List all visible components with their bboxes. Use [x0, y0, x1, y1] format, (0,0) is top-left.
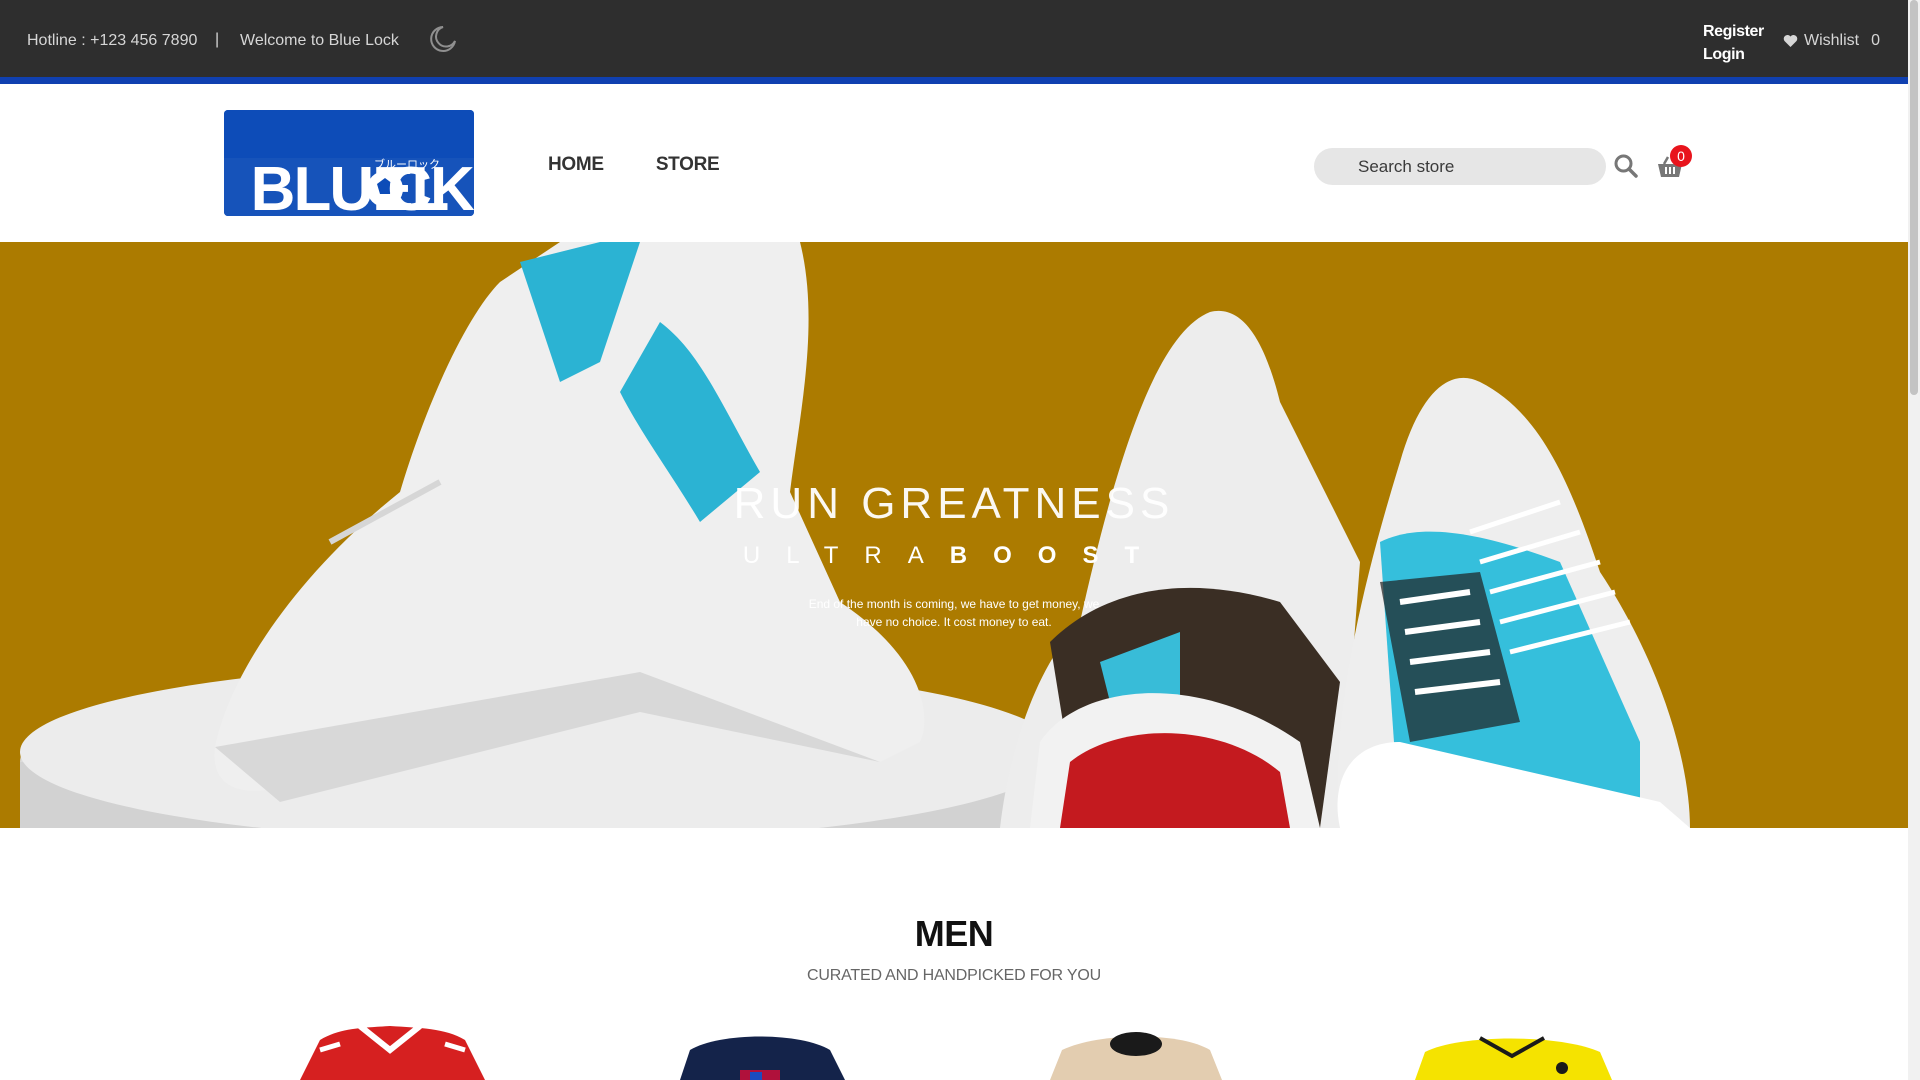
- product-card-jersey-navy[interactable]: [680, 1036, 845, 1080]
- hero-banner: RUN GREATNESS ULTRABOOST End of the mont…: [0, 242, 1908, 828]
- moon-icon[interactable]: [428, 24, 458, 54]
- search-input[interactable]: [1314, 148, 1606, 185]
- hotline-text: Hotline : +123 456 7890: [27, 32, 198, 49]
- product-card-jersey-red[interactable]: [300, 1023, 485, 1080]
- section-title: MEN: [914, 913, 994, 954]
- scrollbar-thumb[interactable]: [1910, 0, 1918, 395]
- section-subtitle: CURATED AND HANDPICKED FOR YOU: [807, 967, 1101, 984]
- wishlist-label: Wishlist: [1804, 32, 1860, 49]
- cart-count-badge: 0: [1670, 145, 1692, 167]
- hero-desc-line2: have no choice. It cost money to eat.: [856, 615, 1052, 629]
- site-logo[interactable]: BLUEL CK ブルーロック: [224, 110, 474, 216]
- heart-icon: [1783, 35, 1798, 47]
- nav-home[interactable]: HOME: [548, 154, 604, 176]
- login-link[interactable]: Login: [1703, 43, 1764, 66]
- hero-headline: RUN GREATNESS: [733, 479, 1175, 528]
- hero-description: End of the month is coming, we have to g…: [754, 595, 1154, 631]
- hero-desc-line1: End of the month is coming, we have to g…: [808, 597, 1100, 611]
- welcome-text: Welcome to Blue Lock: [240, 32, 399, 49]
- hero-subheadline: ULTRABOOST: [0, 542, 1908, 570]
- product-card-jersey-yellow[interactable]: [1415, 1036, 1612, 1080]
- register-link[interactable]: Register: [1703, 20, 1764, 43]
- site-header: BLUEL CK ブルーロック HOME STORE 0: [0, 91, 1908, 242]
- topbar-separator: |: [215, 31, 220, 48]
- wishlist-link[interactable]: Wishlist 0: [1783, 32, 1880, 50]
- hero-sub-light: ULTRA: [742, 542, 950, 569]
- hero-shoes-image: [20, 242, 1690, 828]
- top-bar: Hotline : +123 456 7890 | Welcome to Blu…: [0, 0, 1908, 84]
- search-icon[interactable]: [1613, 153, 1639, 179]
- nav-store[interactable]: STORE: [656, 154, 720, 176]
- product-row: [300, 1023, 1612, 1080]
- hero-sub-bold: BOOST: [949, 542, 1166, 569]
- page-scrollbar[interactable]: [1908, 0, 1920, 1080]
- wishlist-count: 0: [1871, 32, 1881, 49]
- account-links: Register Login: [1703, 20, 1764, 66]
- main-nav: HOME STORE: [548, 154, 720, 176]
- product-card-shirt-beige[interactable]: [1050, 1032, 1222, 1080]
- svg-text:ブルーロック: ブルーロック: [374, 157, 440, 171]
